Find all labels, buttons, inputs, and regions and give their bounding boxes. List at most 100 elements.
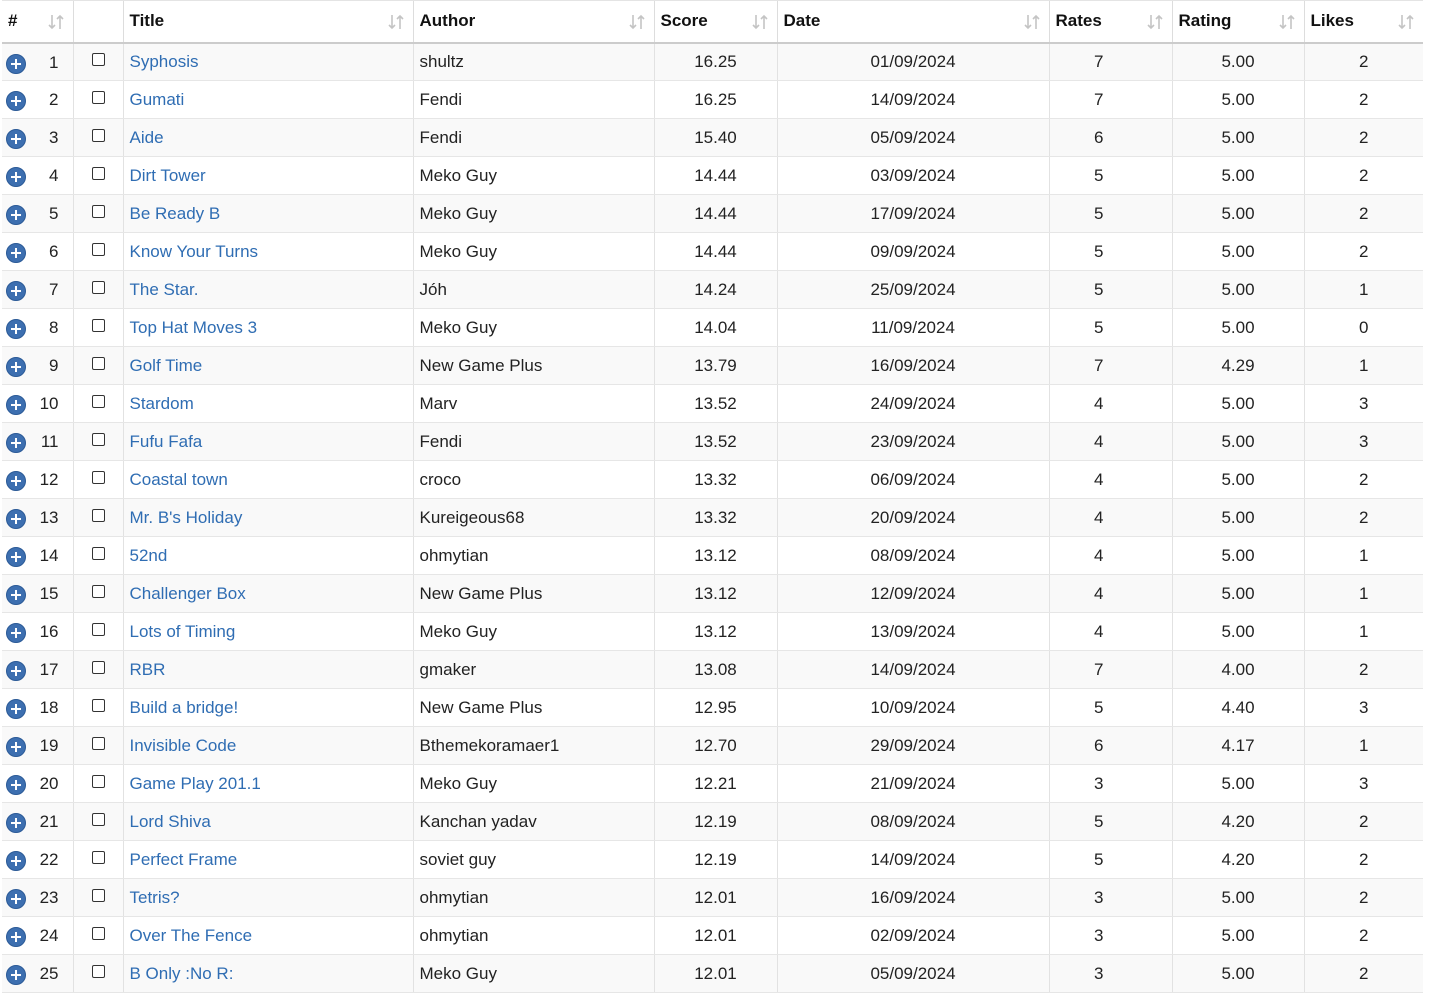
row-select-cell	[72, 460, 123, 499]
row-checkbox[interactable]	[91, 584, 105, 598]
row-checkbox[interactable]	[91, 926, 105, 940]
column-header-score[interactable]: Score	[653, 0, 777, 44]
row-checkbox[interactable]	[91, 52, 105, 66]
column-header-author[interactable]: Author	[412, 0, 654, 44]
row-checkbox[interactable]	[91, 888, 105, 902]
plus-circle-icon[interactable]	[6, 699, 26, 719]
row-checkbox[interactable]	[91, 660, 105, 674]
level-title-link[interactable]: Fufu Fafa	[130, 432, 203, 451]
sort-arrows-icon[interactable]	[751, 13, 769, 31]
row-select-cell	[72, 42, 123, 81]
sort-arrows-icon[interactable]	[1278, 13, 1296, 31]
plus-circle-icon[interactable]	[6, 623, 26, 643]
level-title-link[interactable]: Mr. B's Holiday	[130, 508, 243, 527]
level-title-link[interactable]: Challenger Box	[130, 584, 246, 603]
level-title-link[interactable]: Know Your Turns	[130, 242, 259, 261]
level-title-link[interactable]: 52nd	[130, 546, 168, 565]
row-checkbox[interactable]	[91, 166, 105, 180]
row-number: 25	[39, 964, 59, 983]
plus-circle-icon[interactable]	[6, 889, 26, 909]
plus-circle-icon[interactable]	[6, 395, 26, 415]
table-row: 15 Challenger Box New Game Plus 13.12 12/09/…	[2, 574, 1423, 613]
row-checkbox[interactable]	[91, 964, 105, 978]
row-checkbox[interactable]	[91, 470, 105, 484]
level-title-link[interactable]: Golf Time	[130, 356, 203, 375]
plus-circle-icon[interactable]	[6, 813, 26, 833]
plus-circle-icon[interactable]	[6, 167, 26, 187]
plus-circle-icon[interactable]	[6, 357, 26, 377]
level-title-link[interactable]: Aide	[130, 128, 164, 147]
level-title-link[interactable]: Gumati	[130, 90, 185, 109]
level-title-link[interactable]: Tetris?	[130, 888, 180, 907]
row-checkbox[interactable]	[91, 774, 105, 788]
plus-circle-icon[interactable]	[6, 281, 26, 301]
date-cell: 05/09/2024	[776, 954, 1049, 993]
level-title-link[interactable]: Over The Fence	[130, 926, 253, 945]
plus-circle-icon[interactable]	[6, 91, 26, 111]
plus-circle-icon[interactable]	[6, 433, 26, 453]
row-checkbox[interactable]	[91, 736, 105, 750]
plus-circle-icon[interactable]	[6, 851, 26, 871]
level-title-link[interactable]: Dirt Tower	[130, 166, 206, 185]
level-title-link[interactable]: Game Play 201.1	[130, 774, 261, 793]
row-checkbox[interactable]	[91, 242, 105, 256]
level-title-link[interactable]: Perfect Frame	[130, 850, 238, 869]
sort-arrows-icon[interactable]	[47, 13, 65, 31]
plus-circle-icon[interactable]	[6, 129, 26, 149]
sort-arrows-icon[interactable]	[1146, 13, 1164, 31]
plus-circle-icon[interactable]	[6, 205, 26, 225]
plus-circle-icon[interactable]	[6, 547, 26, 567]
plus-circle-icon[interactable]	[6, 243, 26, 263]
plus-circle-icon[interactable]	[6, 965, 26, 985]
row-checkbox[interactable]	[91, 622, 105, 636]
column-header-number[interactable]: #	[2, 0, 73, 44]
level-title-link[interactable]: Stardom	[130, 394, 194, 413]
plus-circle-icon[interactable]	[6, 737, 26, 757]
row-checkbox[interactable]	[91, 432, 105, 446]
row-checkbox[interactable]	[91, 318, 105, 332]
level-title-link[interactable]: The Star.	[130, 280, 199, 299]
level-title-link[interactable]: Invisible Code	[130, 736, 237, 755]
plus-circle-icon[interactable]	[6, 661, 26, 681]
row-checkbox[interactable]	[91, 698, 105, 712]
level-title-link[interactable]: Top Hat Moves 3	[130, 318, 258, 337]
plus-circle-icon[interactable]	[6, 509, 26, 529]
author-cell: Meko Guy	[412, 308, 654, 347]
row-checkbox[interactable]	[91, 850, 105, 864]
sort-arrows-icon[interactable]	[1397, 13, 1415, 31]
row-checkbox[interactable]	[91, 508, 105, 522]
row-checkbox[interactable]	[91, 128, 105, 142]
column-header-rates[interactable]: Rates	[1048, 0, 1172, 44]
row-checkbox[interactable]	[91, 812, 105, 826]
column-header-likes[interactable]: Likes	[1303, 0, 1423, 44]
column-header-rating[interactable]: Rating	[1171, 0, 1304, 44]
level-title-link[interactable]: Coastal town	[130, 470, 228, 489]
plus-circle-icon[interactable]	[6, 471, 26, 491]
level-title-link[interactable]: Build a bridge!	[130, 698, 239, 717]
row-checkbox[interactable]	[91, 204, 105, 218]
level-title-link[interactable]: Lord Shiva	[130, 812, 211, 831]
row-checkbox[interactable]	[91, 280, 105, 294]
plus-circle-icon[interactable]	[6, 585, 26, 605]
plus-circle-icon[interactable]	[6, 319, 26, 339]
column-header-date[interactable]: Date	[776, 0, 1049, 44]
row-checkbox[interactable]	[91, 90, 105, 104]
title-cell: Lots of Timing	[122, 612, 413, 651]
level-title-link[interactable]: B Only :No R:	[130, 964, 234, 983]
level-title-link[interactable]: Be Ready B	[130, 204, 221, 223]
row-checkbox[interactable]	[91, 546, 105, 560]
plus-circle-icon[interactable]	[6, 927, 26, 947]
row-checkbox[interactable]	[91, 356, 105, 370]
level-title-link[interactable]: Lots of Timing	[130, 622, 236, 641]
sort-arrows-icon[interactable]	[387, 13, 405, 31]
plus-circle-icon[interactable]	[6, 53, 26, 74]
plus-circle-icon[interactable]	[6, 775, 26, 795]
sort-arrows-icon[interactable]	[1023, 13, 1041, 31]
row-number-cell: 14	[2, 536, 73, 575]
row-checkbox[interactable]	[91, 394, 105, 408]
level-title-link[interactable]: Syphosis	[130, 52, 199, 71]
row-number-cell: 22	[2, 840, 73, 879]
sort-arrows-icon[interactable]	[628, 13, 646, 31]
level-title-link[interactable]: RBR	[130, 660, 166, 679]
column-header-title[interactable]: Title	[122, 0, 413, 44]
